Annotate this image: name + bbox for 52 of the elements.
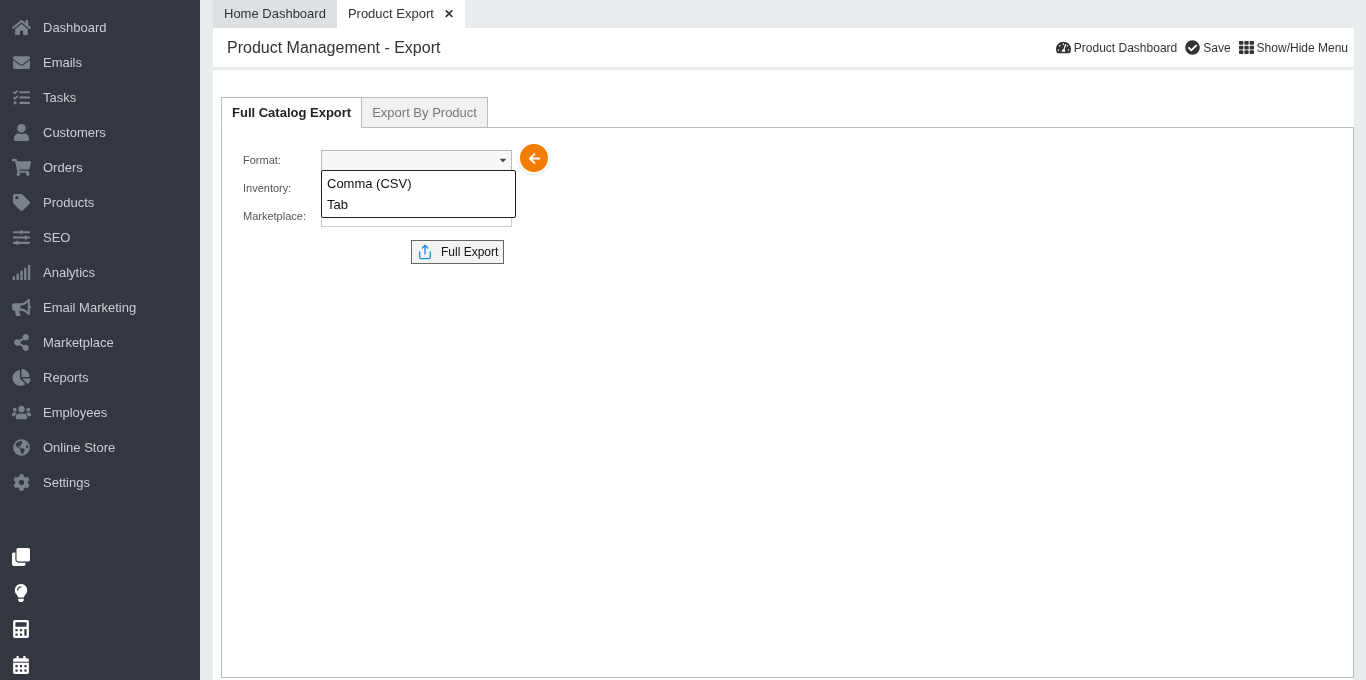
sidebar-item[interactable]: Marketplace	[0, 325, 200, 360]
user-icon	[12, 124, 31, 141]
field-label: Inventory:	[243, 180, 293, 196]
arrow-left-icon	[527, 151, 541, 165]
windows-icon[interactable]	[12, 548, 30, 566]
sidebar-item[interactable]: Analytics	[0, 255, 200, 290]
tag-icon	[12, 194, 31, 211]
sidebar-item[interactable]: Reports	[0, 360, 200, 395]
toolbar-link[interactable]: Show/Hide Menu	[1238, 38, 1348, 57]
close-button[interactable]: ✕	[443, 5, 454, 23]
sidebar-item[interactable]: Emails	[0, 45, 200, 80]
people-icon	[12, 404, 31, 421]
sidebar-item[interactable]: Customers	[0, 115, 200, 150]
format-select[interactable]	[321, 149, 512, 171]
toolbar-link[interactable]: Save	[1185, 38, 1231, 57]
full-export-button[interactable]: Full Export	[411, 240, 505, 264]
tasks-icon	[12, 89, 31, 106]
dropdown-option[interactable]: Tab	[322, 194, 515, 215]
lightbulb-icon[interactable]	[12, 584, 30, 602]
sliders-icon	[12, 229, 31, 246]
sidebar-item[interactable]: Tasks	[0, 80, 200, 115]
tab[interactable]: Home Dashboard	[213, 0, 337, 28]
field-label: Format:	[243, 152, 282, 168]
grid-icon	[1238, 40, 1254, 55]
house-icon	[12, 19, 31, 36]
tab[interactable]: Export By Product	[362, 97, 488, 128]
settings-icon	[12, 474, 31, 491]
bar-chart-icon	[12, 264, 31, 281]
field-label: Marketplace:	[243, 208, 307, 224]
cart-icon	[12, 159, 31, 176]
gauge-icon	[1055, 40, 1071, 55]
calculator-icon[interactable]	[12, 620, 30, 638]
dropdown-option[interactable]: Comma (CSV)	[322, 173, 515, 194]
tab[interactable]: Full Catalog Export	[221, 97, 363, 128]
sidebar-item[interactable]: Employees	[0, 395, 200, 430]
share-icon	[12, 334, 31, 351]
upload-icon	[417, 244, 433, 260]
megaphone-icon	[12, 299, 31, 316]
sidebar-item[interactable]: Online Store	[0, 430, 200, 465]
sidebar-item[interactable]: Products	[0, 185, 200, 220]
sidebar-item[interactable]: Dashboard	[0, 10, 200, 45]
sidebar-item[interactable]: Email Marketing	[0, 290, 200, 325]
tab[interactable]: Product Export ✕	[336, 0, 465, 28]
envelope-icon	[12, 54, 31, 71]
sidebar-item[interactable]: SEO	[0, 220, 200, 255]
sidebar-item[interactable]: Settings	[0, 465, 200, 500]
sidebar-item[interactable]: Orders	[0, 150, 200, 185]
page-title: Product Management - Export	[227, 37, 441, 58]
toolbar-link[interactable]: Product Dashboard	[1055, 38, 1178, 57]
globe-icon	[12, 439, 31, 456]
calendar-icon[interactable]	[12, 656, 30, 674]
pie-chart-icon	[12, 369, 31, 386]
